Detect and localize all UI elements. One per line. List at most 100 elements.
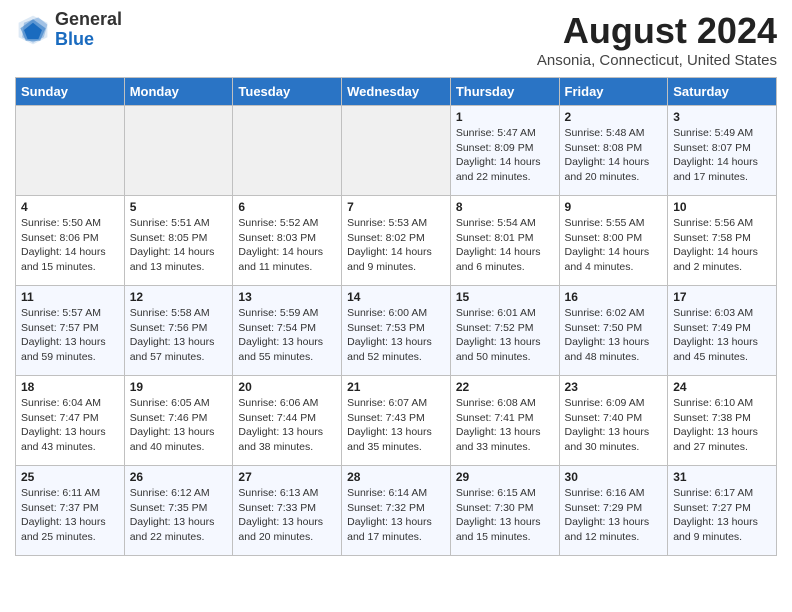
day-number: 10 xyxy=(673,200,771,214)
weekday-header-row: SundayMondayTuesdayWednesdayThursdayFrid… xyxy=(16,78,777,106)
day-number: 19 xyxy=(130,380,228,394)
day-info: Sunrise: 5:55 AM Sunset: 8:00 PM Dayligh… xyxy=(565,216,663,275)
day-number: 7 xyxy=(347,200,445,214)
day-cell: 31 Sunrise: 6:17 AM Sunset: 7:27 PM Dayli… xyxy=(668,466,777,556)
calendar-table: SundayMondayTuesdayWednesdayThursdayFrid… xyxy=(15,77,777,556)
day-cell xyxy=(16,106,125,196)
day-number: 31 xyxy=(673,470,771,484)
day-info: Sunrise: 6:08 AM Sunset: 7:41 PM Dayligh… xyxy=(456,396,554,455)
day-number: 5 xyxy=(130,200,228,214)
logo: General Blue xyxy=(15,10,122,50)
day-cell: 8Sunrise: 5:54 AM Sunset: 8:01 PM Daylig… xyxy=(450,196,559,286)
weekday-header-saturday: Saturday xyxy=(668,78,777,106)
day-info: Sunrise: 6:15 AM Sunset: 7:30 PM Dayligh… xyxy=(456,486,554,545)
day-info: Sunrise: 5:49 AM Sunset: 8:07 PM Dayligh… xyxy=(673,126,771,185)
title-block: August 2024 Ansonia, Connecticut, United… xyxy=(537,10,777,69)
day-info: Sunrise: 5:58 AM Sunset: 7:56 PM Dayligh… xyxy=(130,306,228,365)
day-number: 12 xyxy=(130,290,228,304)
day-cell: 4 Sunrise: 5:50 AM Sunset: 8:06 PM Daylig… xyxy=(16,196,125,286)
day-info: Sunrise: 5:59 AM Sunset: 7:54 PM Dayligh… xyxy=(238,306,336,365)
day-info: Sunrise: 5:57 AM Sunset: 7:57 PM Dayligh… xyxy=(21,306,119,365)
location-subtitle: Ansonia, Connecticut, United States xyxy=(537,52,777,69)
day-number: 21 xyxy=(347,380,445,394)
day-number: 22 xyxy=(456,380,554,394)
day-cell xyxy=(124,106,233,196)
day-cell: 23Sunrise: 6:09 AM Sunset: 7:40 PM Dayli… xyxy=(559,376,668,466)
day-cell: 28 Sunrise: 6:14 AM Sunset: 7:32 PM Dayli… xyxy=(342,466,451,556)
week-row-1: 1Sunrise: 5:47 AM Sunset: 8:09 PM Daylig… xyxy=(16,106,777,196)
day-info: Sunrise: 6:00 AM Sunset: 7:53 PM Dayligh… xyxy=(347,306,445,365)
day-number: 15 xyxy=(456,290,554,304)
day-cell: 25Sunrise: 6:11 AM Sunset: 7:37 PM Dayli… xyxy=(16,466,125,556)
day-number: 24 xyxy=(673,380,771,394)
day-cell: 17 Sunrise: 6:03 AM Sunset: 7:49 PM Dayli… xyxy=(668,286,777,376)
day-number: 23 xyxy=(565,380,663,394)
day-cell xyxy=(233,106,342,196)
day-info: Sunrise: 5:53 AM Sunset: 8:02 PM Dayligh… xyxy=(347,216,445,275)
day-number: 20 xyxy=(238,380,336,394)
day-number: 13 xyxy=(238,290,336,304)
weekday-header-friday: Friday xyxy=(559,78,668,106)
day-number: 18 xyxy=(21,380,119,394)
logo-blue: Blue xyxy=(55,29,94,49)
page-header: General Blue August 2024 Ansonia, Connec… xyxy=(15,10,777,69)
day-number: 1 xyxy=(456,110,554,124)
day-info: Sunrise: 6:17 AM Sunset: 7:27 PM Dayligh… xyxy=(673,486,771,545)
day-number: 30 xyxy=(565,470,663,484)
day-number: 8 xyxy=(456,200,554,214)
day-number: 26 xyxy=(130,470,228,484)
day-cell: 3 Sunrise: 5:49 AM Sunset: 8:07 PM Daylig… xyxy=(668,106,777,196)
day-cell: 9Sunrise: 5:55 AM Sunset: 8:00 PM Daylig… xyxy=(559,196,668,286)
day-cell: 6Sunrise: 5:52 AM Sunset: 8:03 PM Daylig… xyxy=(233,196,342,286)
day-cell: 13 Sunrise: 5:59 AM Sunset: 7:54 PM Dayli… xyxy=(233,286,342,376)
day-info: Sunrise: 6:02 AM Sunset: 7:50 PM Dayligh… xyxy=(565,306,663,365)
day-info: Sunrise: 6:05 AM Sunset: 7:46 PM Dayligh… xyxy=(130,396,228,455)
day-cell: 21 Sunrise: 6:07 AM Sunset: 7:43 PM Dayli… xyxy=(342,376,451,466)
day-number: 29 xyxy=(456,470,554,484)
day-info: Sunrise: 6:16 AM Sunset: 7:29 PM Dayligh… xyxy=(565,486,663,545)
day-info: Sunrise: 6:14 AM Sunset: 7:32 PM Dayligh… xyxy=(347,486,445,545)
day-number: 27 xyxy=(238,470,336,484)
weekday-header-sunday: Sunday xyxy=(16,78,125,106)
day-cell: 24 Sunrise: 6:10 AM Sunset: 7:38 PM Dayli… xyxy=(668,376,777,466)
day-number: 17 xyxy=(673,290,771,304)
day-cell: 11Sunrise: 5:57 AM Sunset: 7:57 PM Dayli… xyxy=(16,286,125,376)
day-number: 4 xyxy=(21,200,119,214)
weekday-header-wednesday: Wednesday xyxy=(342,78,451,106)
day-info: Sunrise: 6:11 AM Sunset: 7:37 PM Dayligh… xyxy=(21,486,119,545)
day-cell: 2 Sunrise: 5:48 AM Sunset: 8:08 PM Daylig… xyxy=(559,106,668,196)
day-info: Sunrise: 5:48 AM Sunset: 8:08 PM Dayligh… xyxy=(565,126,663,185)
day-info: Sunrise: 6:10 AM Sunset: 7:38 PM Dayligh… xyxy=(673,396,771,455)
day-cell: 22 Sunrise: 6:08 AM Sunset: 7:41 PM Dayli… xyxy=(450,376,559,466)
day-info: Sunrise: 5:50 AM Sunset: 8:06 PM Dayligh… xyxy=(21,216,119,275)
day-cell: 1Sunrise: 5:47 AM Sunset: 8:09 PM Daylig… xyxy=(450,106,559,196)
day-number: 28 xyxy=(347,470,445,484)
day-cell: 10Sunrise: 5:56 AM Sunset: 7:58 PM Dayli… xyxy=(668,196,777,286)
day-number: 2 xyxy=(565,110,663,124)
weekday-header-tuesday: Tuesday xyxy=(233,78,342,106)
week-row-2: 4 Sunrise: 5:50 AM Sunset: 8:06 PM Daylig… xyxy=(16,196,777,286)
logo-icon xyxy=(15,12,51,48)
day-info: Sunrise: 6:07 AM Sunset: 7:43 PM Dayligh… xyxy=(347,396,445,455)
day-cell: 12 Sunrise: 5:58 AM Sunset: 7:56 PM Dayli… xyxy=(124,286,233,376)
day-cell: 27Sunrise: 6:13 AM Sunset: 7:33 PM Dayli… xyxy=(233,466,342,556)
day-info: Sunrise: 6:03 AM Sunset: 7:49 PM Dayligh… xyxy=(673,306,771,365)
week-row-4: 18 Sunrise: 6:04 AM Sunset: 7:47 PM Dayli… xyxy=(16,376,777,466)
day-cell: 7 Sunrise: 5:53 AM Sunset: 8:02 PM Daylig… xyxy=(342,196,451,286)
day-info: Sunrise: 6:04 AM Sunset: 7:47 PM Dayligh… xyxy=(21,396,119,455)
day-info: Sunrise: 5:51 AM Sunset: 8:05 PM Dayligh… xyxy=(130,216,228,275)
day-cell: 15 Sunrise: 6:01 AM Sunset: 7:52 PM Dayli… xyxy=(450,286,559,376)
day-cell: 18 Sunrise: 6:04 AM Sunset: 7:47 PM Dayli… xyxy=(16,376,125,466)
weekday-header-monday: Monday xyxy=(124,78,233,106)
day-cell: 20Sunrise: 6:06 AM Sunset: 7:44 PM Dayli… xyxy=(233,376,342,466)
day-cell: 16 Sunrise: 6:02 AM Sunset: 7:50 PM Dayli… xyxy=(559,286,668,376)
day-cell: 5 Sunrise: 5:51 AM Sunset: 8:05 PM Daylig… xyxy=(124,196,233,286)
day-number: 6 xyxy=(238,200,336,214)
day-info: Sunrise: 6:01 AM Sunset: 7:52 PM Dayligh… xyxy=(456,306,554,365)
day-number: 16 xyxy=(565,290,663,304)
day-cell: 19 Sunrise: 6:05 AM Sunset: 7:46 PM Dayli… xyxy=(124,376,233,466)
day-cell: 29 Sunrise: 6:15 AM Sunset: 7:30 PM Dayli… xyxy=(450,466,559,556)
day-number: 3 xyxy=(673,110,771,124)
week-row-3: 11Sunrise: 5:57 AM Sunset: 7:57 PM Dayli… xyxy=(16,286,777,376)
logo-general: General xyxy=(55,9,122,29)
